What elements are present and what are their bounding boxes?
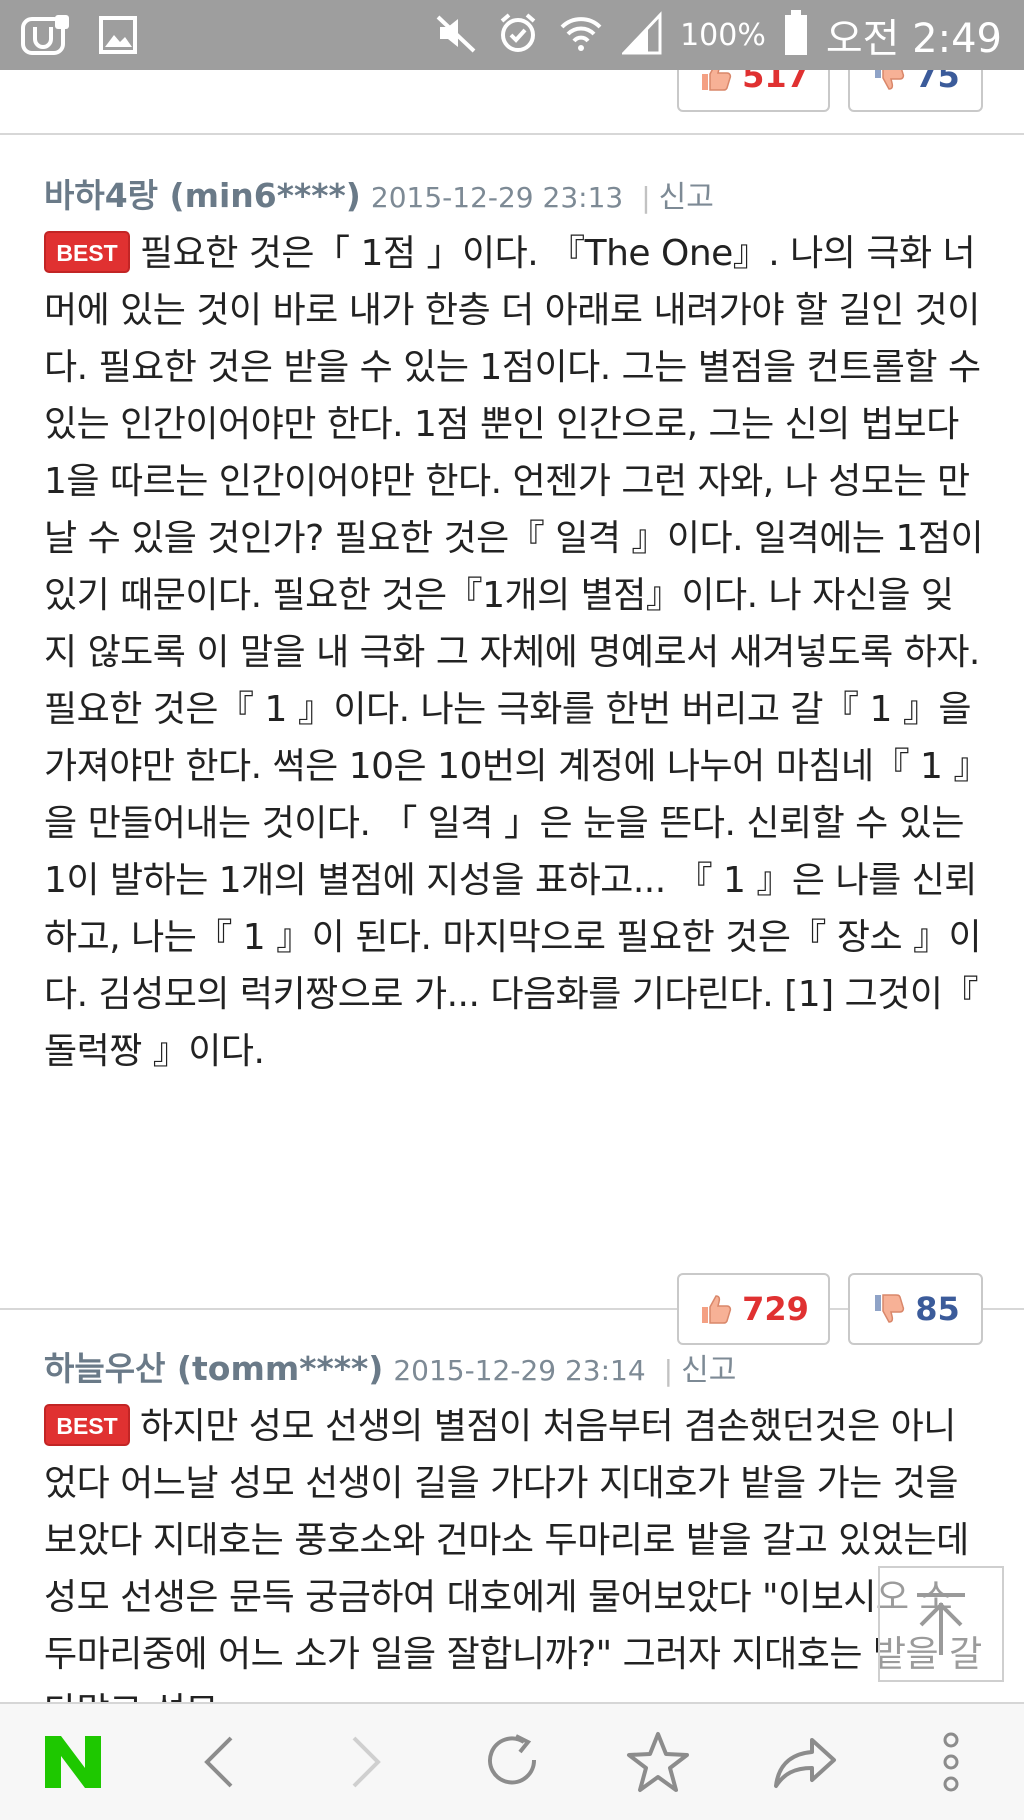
previous-comment-tail: 517 75 [0,70,1024,135]
downvote-button[interactable]: 75 [848,70,983,112]
upvote-button[interactable]: 517 [677,70,830,112]
arrow-up-icon [917,1593,965,1655]
forward-button[interactable] [316,1712,416,1812]
share-button[interactable] [755,1712,855,1812]
gallery-icon [92,10,144,60]
comment-date: 2015-12-29 23:13 [370,181,624,214]
thumbs-down-icon [875,70,905,90]
share-icon [773,1738,836,1788]
bookmark-button[interactable] [608,1712,708,1812]
meta-divider: | [641,181,651,214]
comment-date: 2015-12-29 23:14 [393,1354,646,1387]
back-button[interactable] [169,1712,269,1812]
forward-icon [352,1736,381,1788]
alarm-icon [496,11,540,59]
wifi-icon [558,11,604,59]
back-icon [204,1736,233,1788]
mute-icon [434,11,478,59]
downvote-count: 75 [915,70,960,95]
comment-body: BEST 필요한 것은「 1점 」이다. 『The One』. 나의 극화 너머에… [44,225,984,1080]
comment-list: 517 75 바하4랑 (min6****) 2015-12-29 23:13 … [0,70,1024,1702]
browser-bottom-nav [0,1702,1024,1820]
comment-nickname[interactable]: 바하4랑 (min6****) [44,169,361,217]
comment-meta: 하늘우산 (tomm****) 2015-12-29 23:14 | 신고 [44,1342,736,1390]
app-u-icon [20,10,72,60]
clock: 오전 2:49 [825,16,1002,62]
comment-item: 바하4랑 (min6****) 2015-12-29 23:13 | 신고 BE… [0,137,1024,1345]
comment-body: BEST 하지만 성모 선생의 별점이 처음부터 겸손했던것은 아니었다 어느날 … [44,1398,984,1702]
upvote-count: 517 [742,70,809,95]
refresh-button[interactable] [462,1712,562,1812]
more-menu-button[interactable] [901,1712,1001,1812]
bookmark-star-icon [627,1732,690,1792]
battery-icon [784,10,808,60]
comment-text: 하지만 성모 선생의 별점이 처음부터 겸손했던것은 아니었다 어느날 성모 선… [44,1406,982,1702]
report-link[interactable]: 신고 [659,172,714,216]
comment-item: 하늘우산 (tomm****) 2015-12-29 23:14 | 신고 BE… [0,1310,1024,1702]
comment-nickname[interactable]: 하늘우산 (tomm****) [44,1342,383,1390]
meta-divider: | [663,1354,674,1387]
naver-home-button[interactable] [23,1712,123,1812]
report-link[interactable]: 신고 [681,1345,736,1389]
best-badge: BEST [44,1404,130,1446]
comment-text: 필요한 것은「 1점 」이다. 『The One』. 나의 극화 너머에 있는 … [44,233,984,1072]
signal-icon [620,11,662,59]
status-bar: 100% 오전 2:49 [0,0,1024,70]
more-icon [943,1732,959,1792]
refresh-icon [487,1734,536,1785]
battery-percent: 100% [680,17,766,53]
naver-logo-icon [45,1736,102,1788]
scroll-to-top-button[interactable] [878,1566,1004,1682]
best-badge: BEST [44,231,130,273]
thumbs-up-icon [702,70,732,91]
comment-meta: 바하4랑 (min6****) 2015-12-29 23:13 | 신고 [44,169,714,217]
